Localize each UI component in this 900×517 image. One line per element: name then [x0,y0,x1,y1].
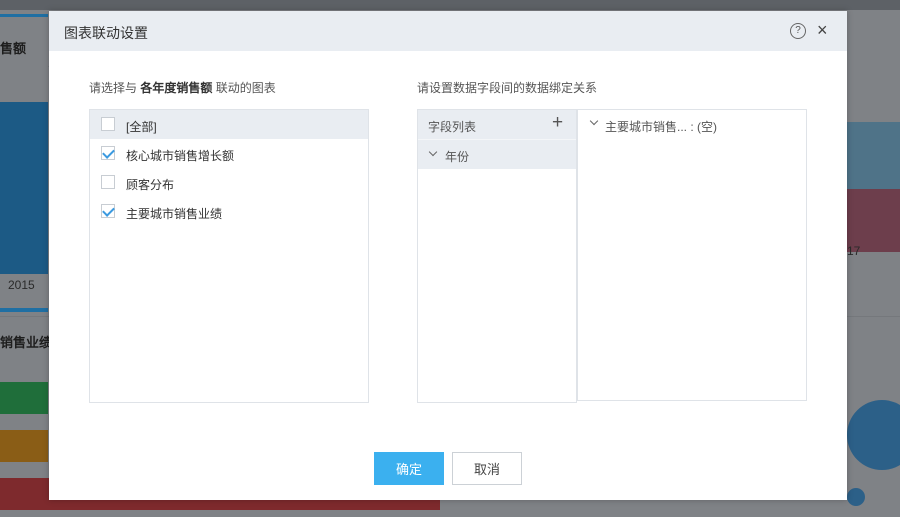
chart-title: 销售业绩 [0,335,53,350]
chart-tick-label: 17 [847,244,861,258]
chart-bubble [847,488,865,506]
dialog-title: 图表联动设置 [64,25,148,41]
checkbox-label: 顾客分布 [126,178,175,192]
chart-select-label: 请选择与 各年度销售额 联动的图表 [89,81,276,95]
checkbox[interactable] [101,175,115,189]
chevron-down-icon[interactable] [589,116,599,126]
field-list-panel: 字段列表 + 年份 [417,109,577,403]
chart-bubble [847,400,900,470]
close-icon[interactable]: × [817,20,828,40]
chevron-down-icon[interactable] [428,147,438,157]
chart-title: 售额 [0,41,27,56]
chart-linkage-dialog: 图表联动设置 ? × 请选择与 各年度销售额 联动的图表 请设置数据字段间的数据… [49,11,847,500]
check-icon [102,204,115,217]
cancel-button[interactable]: 取消 [452,452,522,485]
checkbox-label: [全部] [126,120,157,134]
dialog-header: 图表联动设置 ? × [49,11,847,51]
binding-panel: 主要城市销售... : (空) [577,109,807,401]
field-list-header: 字段列表 + [418,110,576,139]
checkbox-row[interactable]: 主要城市销售业绩 [90,197,368,226]
chart-checkbox-list: [全部] 核心城市销售增长额 顾客分布 主要城市销售业绩 [89,109,369,403]
chart-bar [0,102,48,274]
checkbox[interactable] [101,117,115,131]
ok-button[interactable]: 确定 [374,452,444,485]
checkbox-row[interactable]: 核心城市销售增长额 [90,139,368,168]
field-list-title: 字段列表 [428,120,477,134]
target-chart-name: 各年度销售额 [140,81,213,95]
help-icon[interactable]: ? [790,23,806,39]
chart-area [847,189,900,252]
checkbox-row[interactable]: 顾客分布 [90,168,368,197]
checkbox[interactable] [101,146,115,160]
chart-tick-label: 2015 [8,278,35,292]
city-sales-chart-card: 销售业绩 [0,316,440,517]
field-item-year[interactable]: 年份 [418,139,576,169]
chart-bar [0,430,48,462]
binding-label: 请设置数据字段间的数据绑定关系 [417,81,598,95]
checkbox-label: 主要城市销售业绩 [126,207,223,221]
checkbox-row-all[interactable]: [全部] [90,110,368,139]
binding-item-label: 主要城市销售... : (空) [605,120,717,134]
field-item-label: 年份 [445,150,470,164]
check-icon [102,146,115,159]
checkbox[interactable] [101,204,115,218]
bubble-chart-card [847,316,900,517]
area-chart-card: 17 [847,14,900,310]
add-icon[interactable]: + [552,112,563,134]
top-bar [0,0,900,10]
chart-bar [0,382,48,414]
checkbox-label: 核心城市销售增长额 [126,149,235,163]
sales-chart-card: 售额 2015 [0,14,48,312]
